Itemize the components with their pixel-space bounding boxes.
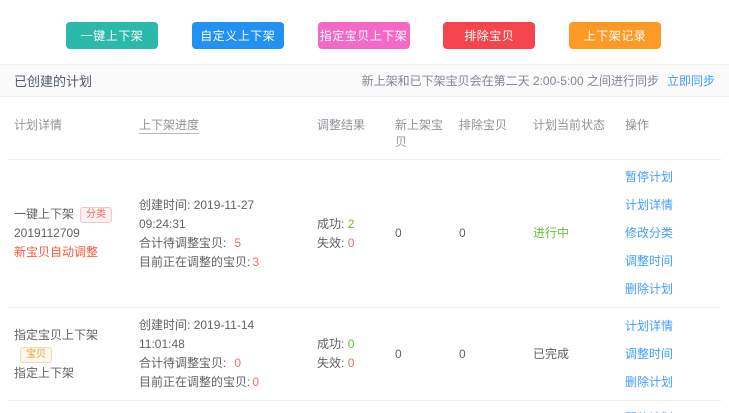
plan-tag: 分类 bbox=[80, 207, 112, 223]
toolbar: 一键上下架 自定义上下架 指定宝贝上下架 排除宝贝 上下架记录 bbox=[0, 0, 729, 49]
fail-line: 失效: 0 bbox=[317, 234, 381, 253]
total-pending-value: 5 bbox=[234, 236, 241, 250]
created-label: 创建时间: bbox=[139, 318, 190, 332]
progress-cell: 创建时间: 2019-11-14 11:01:48 合计待调整宝贝: 0 目前正在… bbox=[133, 308, 311, 400]
plan-status: 进行中 bbox=[533, 226, 569, 240]
plan-title-line: 一键上下架分类 bbox=[14, 205, 125, 224]
fail-value: 0 bbox=[348, 356, 355, 370]
column-header-label: 上下架进度 bbox=[139, 118, 199, 134]
action-link[interactable]: 删除计划 bbox=[625, 280, 673, 299]
actions-cell: 暂停计划计划详情修改分类调整时间删除计划 bbox=[619, 160, 721, 307]
fail-value: 0 bbox=[348, 236, 355, 250]
excluded-cell: 0 bbox=[453, 337, 527, 372]
panel-header: 已创建的计划 新上架和已下架宝贝会在第二天 2:00-5:00 之间进行同步 立… bbox=[0, 64, 729, 97]
column-header-label: 计划当前状态 bbox=[533, 118, 605, 132]
status-cell: 进行中 bbox=[527, 216, 619, 251]
column-header: 操作 bbox=[619, 107, 721, 159]
total-pending-value: 0 bbox=[234, 356, 241, 370]
result-cell: 成功: 2 失效: 0 bbox=[311, 207, 389, 261]
adjusting-value: 0 bbox=[252, 375, 259, 389]
plan-detail-cell: 指定宝贝上下架宝贝 指定上下架 bbox=[8, 318, 133, 391]
fail-line: 失效: 0 bbox=[317, 354, 381, 373]
actions-cell: 暂停计划计划详情修改分类调整时间删除计划 bbox=[619, 401, 721, 413]
column-header: 排除宝贝 bbox=[453, 107, 527, 159]
column-header: 调整结果 bbox=[311, 107, 389, 159]
success-value: 0 bbox=[348, 337, 355, 351]
success-line: 成功: 2 bbox=[317, 215, 381, 234]
success-value: 2 bbox=[348, 217, 355, 231]
column-header-label: 计划详情 bbox=[14, 118, 62, 132]
plan-subtitle: 指定上下架 bbox=[14, 364, 125, 383]
success-label: 成功: bbox=[317, 217, 344, 231]
action-link[interactable]: 修改分类 bbox=[625, 224, 673, 243]
new-listed-cell: 0 bbox=[389, 337, 453, 372]
action-link[interactable]: 计划详情 bbox=[625, 317, 673, 336]
column-header-label: 排除宝贝 bbox=[459, 118, 507, 132]
action-link[interactable]: 删除计划 bbox=[625, 373, 673, 392]
total-pending-label: 合计待调整宝贝: bbox=[139, 236, 226, 250]
plan-detail-cell: 一键上下架分类 2019112709 新宝贝自动调整 bbox=[8, 197, 133, 270]
created-label: 创建时间: bbox=[139, 198, 190, 212]
column-header: 新上架宝贝 bbox=[389, 107, 453, 159]
table-header-row: 计划详情 上下架进度 调整结果 新上架宝贝 排除宝贝 计划当前状态 操作 bbox=[8, 107, 721, 160]
plan-note: 新宝贝自动调整 bbox=[14, 243, 125, 262]
toolbar-button-2[interactable]: 自定义上下架 bbox=[192, 22, 284, 49]
plans-table: 计划详情 上下架进度 调整结果 新上架宝贝 排除宝贝 计划当前状态 操作 一键上下架分类 2… bbox=[8, 107, 721, 413]
progress-cell: 创建时间: 2019-11-27 09:24:31 合计待调整宝贝: 5 目前正在… bbox=[133, 188, 311, 280]
panel-header-right: 新上架和已下架宝贝会在第二天 2:00-5:00 之间进行同步 立即同步 bbox=[362, 72, 715, 89]
plan-title-line: 指定宝贝上下架宝贝 bbox=[14, 326, 125, 364]
success-line: 成功: 0 bbox=[317, 335, 381, 354]
total-pending-line: 合计待调整宝贝: 5 bbox=[139, 234, 303, 253]
status-cell: 已完成 bbox=[527, 337, 619, 372]
result-cell: 成功: 0 失效: 0 bbox=[311, 327, 389, 381]
plan-status: 已完成 bbox=[533, 347, 569, 361]
table-row: 一键上下架分类 2019112709 新宝贝自动调整 创建时间: 2019-11… bbox=[8, 160, 721, 308]
column-header: 计划详情 bbox=[8, 107, 133, 159]
table-row: 指定宝贝上下架宝贝 指定上下架 创建时间: 2019-11-14 11:01:4… bbox=[8, 308, 721, 401]
action-link[interactable]: 计划详情 bbox=[625, 196, 673, 215]
toolbar-button-4[interactable]: 排除宝贝 bbox=[443, 22, 535, 49]
plan-subtitle: 2019112709 bbox=[14, 224, 125, 243]
success-label: 成功: bbox=[317, 337, 344, 351]
column-header: 计划当前状态 bbox=[527, 107, 619, 159]
sync-now-link[interactable]: 立即同步 bbox=[667, 72, 715, 89]
total-pending-line: 合计待调整宝贝: 0 bbox=[139, 354, 303, 373]
action-link[interactable]: 调整时间 bbox=[625, 345, 673, 364]
column-header-label: 操作 bbox=[625, 118, 649, 132]
column-header-label: 调整结果 bbox=[317, 118, 365, 132]
toolbar-button-5[interactable]: 上下架记录 bbox=[569, 22, 661, 49]
plan-tag: 宝贝 bbox=[20, 347, 52, 363]
excluded-cell: 0 bbox=[453, 216, 527, 251]
listing-plan-page: 一键上下架自定义上下架指定宝贝上下架排除宝贝上下架记录 已创建的计划 新上架和已… bbox=[0, 0, 729, 413]
fail-label: 失效: bbox=[317, 236, 344, 250]
table-row: 自定义上下架分类 2019111410 创建时间: 2019-11-14 10:… bbox=[8, 401, 721, 413]
total-pending-label: 合计待调整宝贝: bbox=[139, 356, 226, 370]
fail-label: 失效: bbox=[317, 356, 344, 370]
adjusting-line: 目前正在调整的宝贝:0 bbox=[139, 373, 303, 392]
plan-title: 指定宝贝上下架 bbox=[14, 328, 98, 342]
actions-cell: 计划详情调整时间删除计划 bbox=[619, 309, 721, 400]
adjusting-value: 3 bbox=[252, 255, 259, 269]
sync-notice-text: 新上架和已下架宝贝会在第二天 2:00-5:00 之间进行同步 bbox=[362, 72, 659, 89]
action-link[interactable]: 调整时间 bbox=[625, 252, 673, 271]
toolbar-button-3[interactable]: 指定宝贝上下架 bbox=[318, 22, 410, 49]
toolbar-button-1[interactable]: 一键上下架 bbox=[66, 22, 158, 49]
plan-title: 一键上下架 bbox=[14, 207, 74, 221]
table-body: 一键上下架分类 2019112709 新宝贝自动调整 创建时间: 2019-11… bbox=[8, 160, 721, 413]
action-link[interactable]: 暂停计划 bbox=[625, 409, 673, 413]
new-listed-cell: 0 bbox=[389, 216, 453, 251]
action-link[interactable]: 暂停计划 bbox=[625, 168, 673, 187]
adjusting-label: 目前正在调整的宝贝: bbox=[139, 375, 250, 389]
adjusting-label: 目前正在调整的宝贝: bbox=[139, 255, 250, 269]
adjusting-line: 目前正在调整的宝贝:3 bbox=[139, 253, 303, 272]
column-header: 上下架进度 bbox=[133, 107, 311, 159]
column-header-label: 新上架宝贝 bbox=[395, 118, 443, 149]
created-time-line: 创建时间: 2019-11-27 09:24:31 bbox=[139, 196, 303, 234]
created-time-line: 创建时间: 2019-11-14 11:01:48 bbox=[139, 316, 303, 354]
page-title: 已创建的计划 bbox=[14, 71, 92, 90]
